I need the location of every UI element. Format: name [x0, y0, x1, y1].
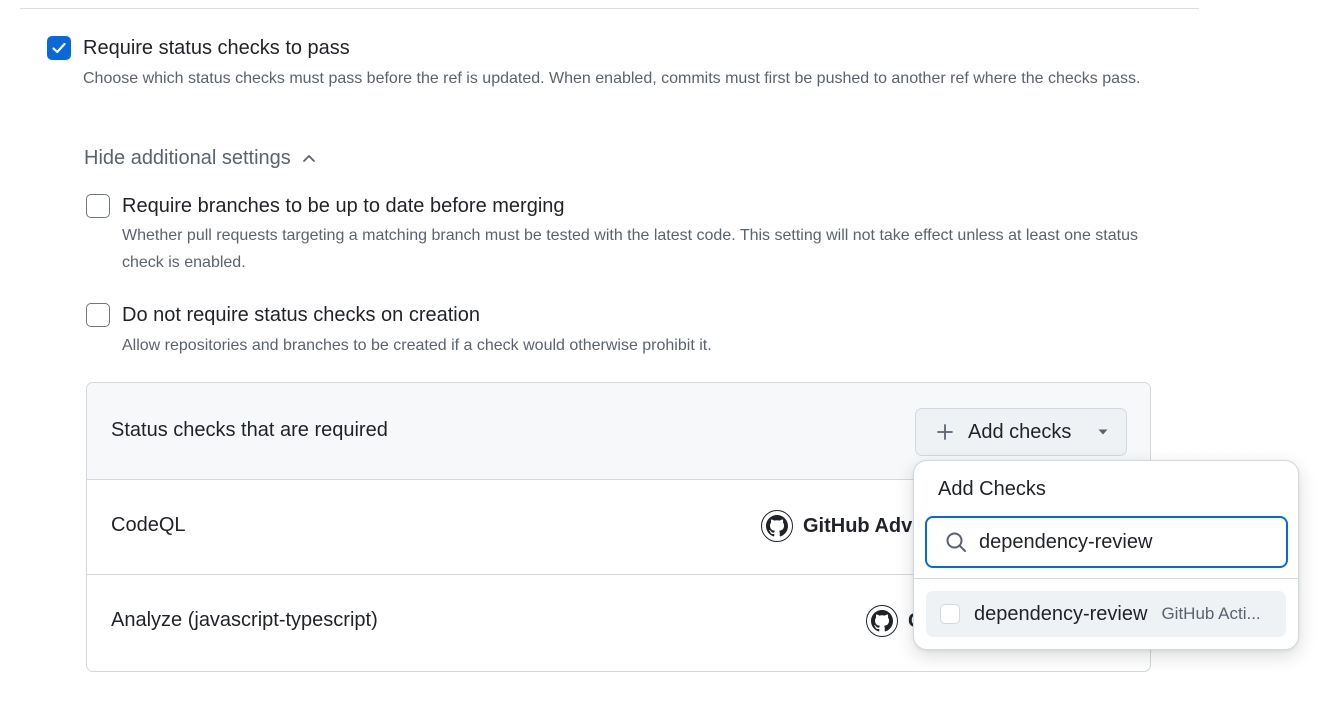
required-status-checks-title: Status checks that are required: [111, 419, 388, 441]
caret-down-icon: [1098, 429, 1108, 435]
github-icon: [866, 605, 898, 637]
require-status-checks-description: Choose which status checks must pass bef…: [83, 70, 1141, 87]
list-item[interactable]: dependency-review GitHub Acti...: [926, 591, 1286, 637]
dropdown-divider: [914, 578, 1298, 579]
check-name: Analyze (javascript-typescript): [111, 609, 378, 631]
require-status-checks-title: Require status checks to pass: [83, 37, 350, 59]
result-checkbox[interactable]: [940, 604, 960, 624]
add-checks-dropdown: Add Checks dependency-review GitHub Acti…: [913, 460, 1299, 650]
github-icon: [761, 510, 793, 542]
require-status-checks-checkbox[interactable]: [47, 36, 71, 60]
dropdown-title: Add Checks: [938, 478, 1046, 500]
section-divider: [20, 8, 1199, 9]
search-input[interactable]: [979, 530, 1269, 554]
result-source: GitHub Acti...: [1161, 604, 1261, 623]
no-status-checks-on-creation-description: Allow repositories and branches to be cr…: [122, 337, 712, 354]
plus-icon: [937, 424, 953, 440]
add-checks-button[interactable]: Add checks: [915, 408, 1127, 456]
search-field[interactable]: [925, 516, 1288, 568]
branch-protection-settings: Require status checks to pass Choose whi…: [0, 0, 1330, 702]
no-status-checks-on-creation-checkbox[interactable]: [86, 303, 110, 327]
toggle-label: Hide additional settings: [84, 146, 291, 169]
check-source-label: GitHub Adv: [803, 514, 913, 537]
require-branches-up-to-date-checkbox[interactable]: [86, 194, 110, 218]
search-icon: [946, 532, 966, 552]
add-checks-label: Add checks: [968, 420, 1072, 443]
chevron-up-icon: [302, 155, 315, 162]
check-name: CodeQL: [111, 514, 186, 536]
require-branches-up-to-date-description: Whether pull requests targeting a matchi…: [122, 227, 1138, 271]
require-branches-up-to-date-title: Require branches to be up to date before…: [122, 195, 565, 217]
checkmark-icon: [52, 42, 66, 54]
no-status-checks-on-creation-title: Do not require status checks on creation: [122, 304, 480, 326]
result-name: dependency-review: [974, 602, 1148, 625]
check-source: GitHub Adv: [761, 510, 912, 542]
hide-additional-settings-toggle[interactable]: Hide additional settings: [84, 144, 317, 172]
